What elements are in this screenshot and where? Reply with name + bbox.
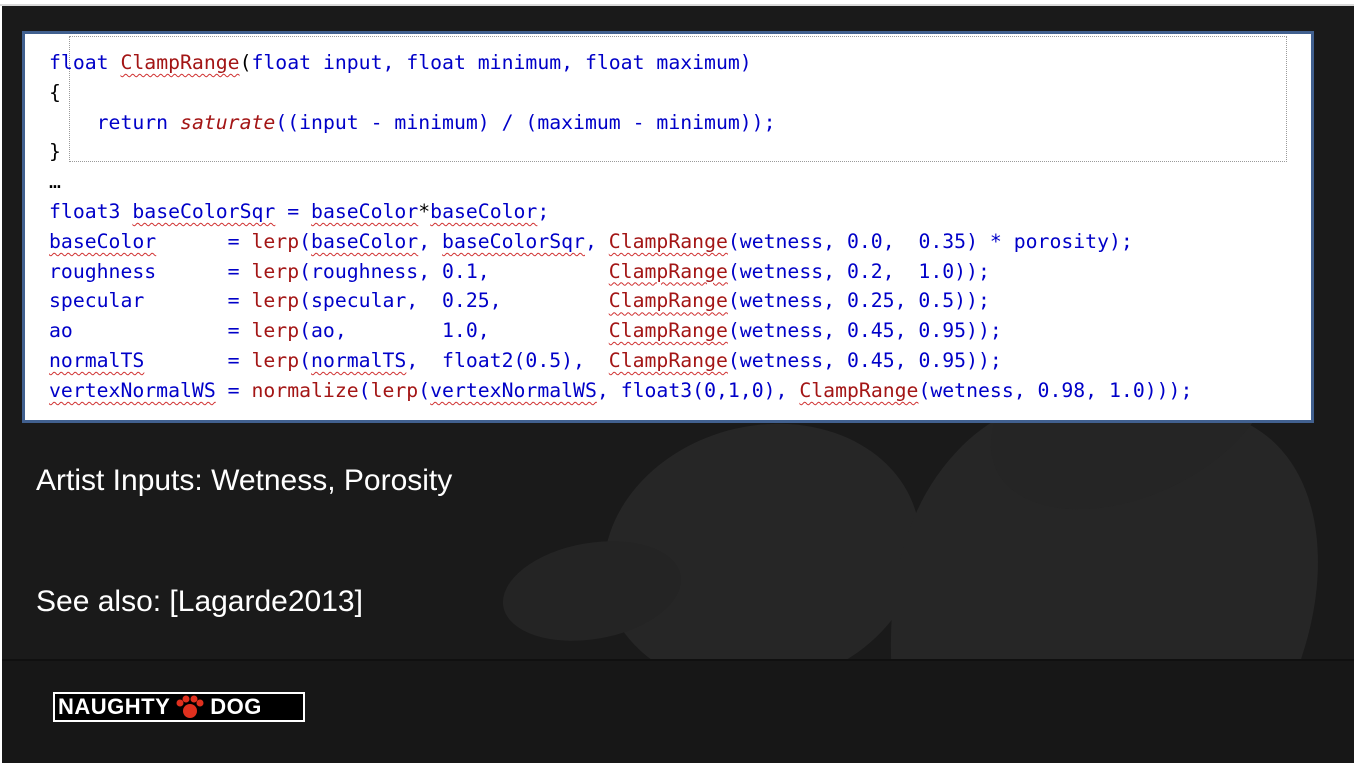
code-token: lerp xyxy=(251,289,300,313)
code-token: ( xyxy=(418,378,431,402)
code-token: baseColor xyxy=(311,199,419,223)
code-token: … xyxy=(49,170,61,194)
code-line: specular = lerp(specular, 0.25, ClampRan… xyxy=(49,286,1192,316)
code-token: ( xyxy=(299,348,312,372)
code-line: roughness = lerp(roughness, 0.1, ClampRa… xyxy=(49,257,1192,287)
code-token: ClampRange xyxy=(608,348,728,372)
code-token: ( xyxy=(299,229,312,253)
code-token: ClampRange xyxy=(799,378,919,402)
code-token: ( xyxy=(239,51,252,74)
code-line: baseColor = lerp(baseColor, baseColorSqr… xyxy=(49,227,1192,257)
code-token: ClampRange xyxy=(608,319,728,343)
code-line: float3 baseColorSqr = baseColor*baseColo… xyxy=(49,197,1192,227)
code-token: specular = xyxy=(49,289,252,313)
code-line: return saturate((input - minimum) / (max… xyxy=(49,108,1192,138)
code-token: = xyxy=(215,378,252,402)
code-token: (wetness, 0.45, 0.95)); xyxy=(727,348,1002,372)
code-token: maximum) xyxy=(644,51,752,74)
code-token: ClampRange xyxy=(120,51,240,74)
code-panel: float ClampRange(float input, float mini… xyxy=(22,31,1314,423)
code-line: ao = lerp(ao, 1.0, ClampRange(wetness, 0… xyxy=(49,316,1192,346)
code-token: baseColor xyxy=(49,229,157,253)
code-token: roughness = xyxy=(49,259,252,283)
naughty-dog-logo: NAUGHTY DOG xyxy=(53,692,305,722)
logo-word-naughty: NAUGHTY xyxy=(58,694,171,719)
code-token: (wetness, 0.25, 0.5)); xyxy=(727,289,990,313)
code-token: (0,1,0), xyxy=(692,378,800,402)
code-token: (specular, 0.25, xyxy=(299,289,609,313)
code-token: , xyxy=(418,229,443,253)
code-token: { xyxy=(49,80,61,104)
code-token: ao = xyxy=(49,319,252,343)
code-token: ; xyxy=(537,199,550,223)
code-token: float xyxy=(49,51,109,74)
code-token: (ao, 1.0, xyxy=(299,319,609,343)
code-token: , xyxy=(596,378,621,402)
code-token: (0.5), xyxy=(513,348,609,372)
code-token: vertexNormalWS xyxy=(49,378,216,402)
code-token: baseColorSqr xyxy=(132,199,276,223)
code-line: … xyxy=(49,167,1192,197)
code-token: float xyxy=(406,51,466,74)
code-token: return xyxy=(96,110,169,134)
code-token: baseColor xyxy=(311,229,419,253)
see-also-caption: See also: [Lagarde2013] xyxy=(36,585,363,618)
code-token: ClampRange xyxy=(608,289,728,313)
code-token: float3 xyxy=(49,199,121,223)
code-token: float xyxy=(584,51,645,74)
code-token: float xyxy=(251,51,312,74)
code-token: (wetness, 0.98, 1.0))); xyxy=(918,378,1193,402)
code-line: { xyxy=(49,78,1192,108)
logo-word-dog: DOG xyxy=(210,694,262,719)
code-token: = xyxy=(275,199,312,223)
code-line: } xyxy=(49,137,1192,167)
code-token: vertexNormalWS xyxy=(430,378,597,402)
code-token: normalTS xyxy=(49,348,145,372)
code-token: ( xyxy=(358,378,371,402)
code-token: (wetness, 0.2, 1.0)); xyxy=(727,259,990,283)
code-token: lerp xyxy=(370,378,419,402)
artist-inputs-caption: Artist Inputs: Wetness, Porosity xyxy=(36,464,453,497)
code-token: lerp xyxy=(251,348,300,372)
code-token: * xyxy=(418,199,431,223)
code-token: normalTS xyxy=(311,348,407,372)
code-line: vertexNormalWS = normalize(lerp(vertexNo… xyxy=(49,376,1192,406)
code-token: saturate xyxy=(180,110,276,134)
code-token: float3 xyxy=(620,378,693,402)
code-line: normalTS = lerp(normalTS, float2(0.5), C… xyxy=(49,346,1192,376)
code-token: } xyxy=(49,140,61,164)
code-token: normalize xyxy=(251,378,359,402)
code-token: = xyxy=(156,229,252,253)
paw-print-icon xyxy=(170,694,210,720)
code-token: lerp xyxy=(251,259,300,283)
code-token: lerp xyxy=(251,319,300,343)
code-line: float ClampRange(float input, float mini… xyxy=(49,48,1192,78)
code-token: (wetness, 0.45, 0.95)); xyxy=(727,319,1002,343)
code-token: baseColor xyxy=(430,199,538,223)
code-token: , xyxy=(584,229,609,253)
code-token: (wetness, 0.0, 0.35) * porosity); xyxy=(727,229,1133,253)
code-token: (roughness, 0.1, xyxy=(299,259,609,283)
code-token: ((input - minimum) / (maximum - minimum)… xyxy=(275,110,776,134)
code-token: = xyxy=(144,348,252,372)
code-token: minimum, xyxy=(465,51,585,74)
code-block: float ClampRange(float input, float mini… xyxy=(49,48,1192,406)
code-token: baseColorSqr xyxy=(442,229,585,253)
code-token: , xyxy=(406,348,443,372)
code-token: float2 xyxy=(442,348,514,372)
code-token: lerp xyxy=(251,229,300,253)
code-token: ClampRange xyxy=(608,259,728,283)
code-token: ClampRange xyxy=(608,229,728,253)
code-token: input, xyxy=(311,51,407,74)
